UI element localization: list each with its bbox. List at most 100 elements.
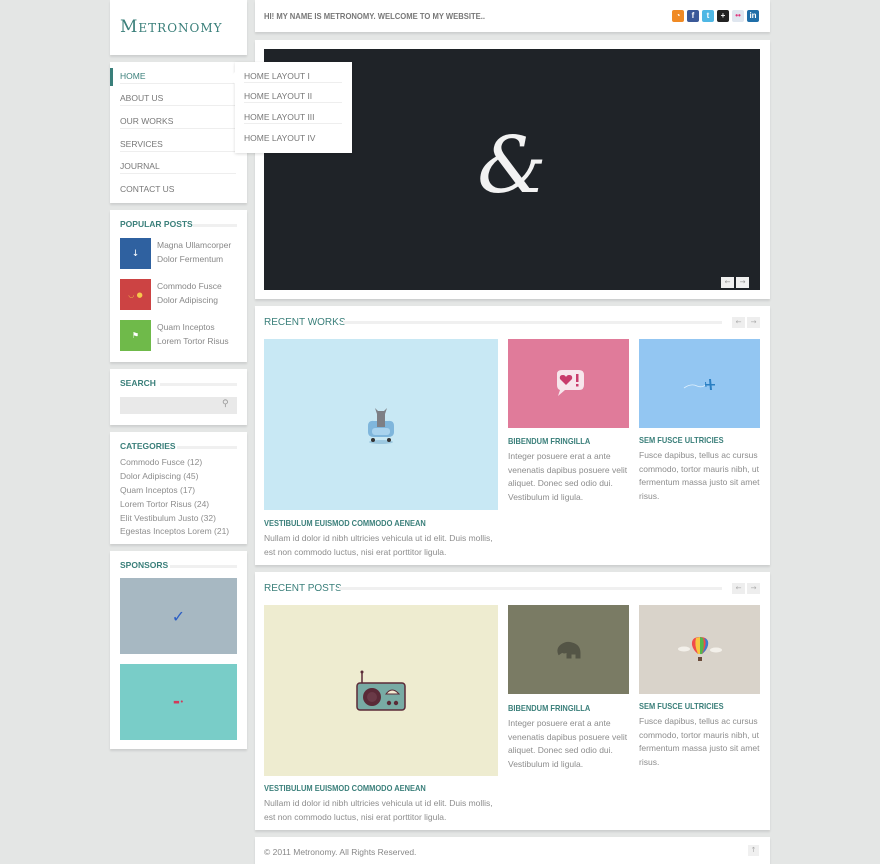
dropdown-item-home-layout-4[interactable]: Home Layout IV <box>244 125 342 145</box>
post-title-line1: Magna Ullamcorper <box>157 240 232 250</box>
category-link[interactable]: Commodo Fusce (12) <box>120 457 202 467</box>
divider <box>339 587 722 590</box>
search-input[interactable] <box>120 397 237 414</box>
post-title-line2: Dolor Fermentum <box>157 254 224 264</box>
nav-item-home[interactable]: Home <box>120 62 236 84</box>
nav-item-services[interactable]: Services <box>120 130 236 152</box>
work-thumbnail[interactable] <box>264 339 498 510</box>
works-next-button[interactable]: → <box>747 317 760 328</box>
dropdown-item-home-layout-3[interactable]: Home Layout III <box>244 104 342 124</box>
post-description: Nullam id dolor id nibh ultricies vehicu… <box>264 798 493 822</box>
main-nav: Home About Us Our Works Services Journal… <box>110 62 247 203</box>
hot-air-balloon-icon <box>677 636 722 661</box>
post-title: Commodo Fusce Dolor Adipiscing <box>157 279 242 307</box>
linkedin-icon[interactable]: in <box>747 10 759 22</box>
posts-next-button[interactable]: → <box>747 583 760 594</box>
post-thumbnail[interactable] <box>264 605 498 776</box>
post-title[interactable]: Bibendum Fringilla <box>508 703 590 713</box>
work-thumbnail[interactable] <box>639 339 760 428</box>
section-title: Recent Works <box>264 317 346 328</box>
cat-on-chair-icon <box>368 407 394 444</box>
top-bar: HI! MY NAME IS METRONOMY. WELCOME TO MY … <box>255 0 770 32</box>
widget-title: Sponsors <box>120 560 169 570</box>
sponsor-banner[interactable]: ▬• <box>120 664 237 740</box>
slider-next-button[interactable]: → <box>736 277 749 288</box>
pipe-icon: ✓ <box>171 606 186 626</box>
recent-posts-section: Recent Posts ← → Vestibulum Euismod Comm… <box>255 572 770 830</box>
nav-item-our-works[interactable]: Our Works <box>120 107 236 129</box>
post-title-line1: Quam Inceptos <box>157 322 215 332</box>
dropdown-item-home-layout-2[interactable]: Home Layout II <box>244 83 342 103</box>
post-thumbnail[interactable] <box>508 605 629 694</box>
heart-bubble-icon <box>556 369 584 396</box>
dropdown-item-home-layout-1[interactable]: Home Layout I <box>244 63 342 83</box>
google-plus-icon[interactable]: + <box>717 10 729 22</box>
logo-panel: Metronomy <box>110 0 247 55</box>
work-description: Integer posuere erat a ante venenatis da… <box>508 451 628 503</box>
elephant-icon <box>556 641 580 658</box>
nav-item-contact-us[interactable]: Contact Us <box>120 175 236 197</box>
categories-widget: Categories Commodo Fusce (12) Dolor Adip… <box>110 432 247 544</box>
rss-icon[interactable]: ◔ <box>672 10 684 22</box>
post-thumbnail: ↓ <box>120 238 151 269</box>
site-logo[interactable]: Metronomy <box>120 17 223 37</box>
post-title: Magna Ullamcorper Dolor Fermentum <box>157 238 242 266</box>
post-description: Fusce dapibus, tellus ac cursus commodo,… <box>639 716 760 768</box>
category-link[interactable]: Lorem Tortor Risus (24) <box>120 499 209 509</box>
popular-posts-widget: Popular Posts ↓ Magna Ullamcorper Dolor F… <box>110 210 247 362</box>
category-link[interactable]: Elit Vestibulum Justo (32) <box>120 513 216 523</box>
search-icon[interactable]: ⚲ <box>222 399 229 409</box>
home-dropdown-menu: Home Layout I Home Layout II Home Layout… <box>229 62 352 153</box>
widget-title: Categories <box>120 441 176 451</box>
nav-item-about-us[interactable]: About Us <box>120 84 236 106</box>
work-title[interactable]: Sem Fusce Ultricies <box>639 435 724 445</box>
flickr-icon[interactable]: •• <box>732 10 744 22</box>
divider <box>160 383 237 386</box>
category-link[interactable]: Egestas Inceptos Lorem (21) <box>120 526 229 536</box>
post-title[interactable]: Vestibulum Euismod Commodo Aenean <box>264 783 426 793</box>
post-description: Integer posuere erat a ante venenatis da… <box>508 718 628 770</box>
post-title[interactable]: Sem Fusce Ultricies <box>639 701 724 711</box>
footer: © 2011 Metronomy. All Rights Reserved. ↑ <box>255 837 770 864</box>
divider <box>177 446 237 449</box>
section-title: Recent Posts <box>264 583 342 594</box>
work-thumbnail[interactable] <box>508 339 629 428</box>
divider <box>343 321 722 324</box>
popular-post[interactable]: ↓ Magna Ullamcorper Dolor Fermentum <box>120 238 240 269</box>
popular-post[interactable]: ⚑ Quam Inceptos Lorem Tortor Risus <box>120 320 240 351</box>
bus-icon: ▬• <box>173 698 184 706</box>
work-title[interactable]: Bibendum Fringilla <box>508 436 590 446</box>
post-thumbnail[interactable] <box>639 605 760 694</box>
radio-icon <box>356 670 406 711</box>
recent-works-section: Recent Works ← → Vestibulum Euismod Comm… <box>255 306 770 565</box>
divider <box>193 224 237 227</box>
slider-prev-button[interactable]: ← <box>721 277 734 288</box>
divider <box>170 565 237 568</box>
widget-title: Search <box>120 378 156 388</box>
category-link[interactable]: Dolor Adipiscing (45) <box>120 471 198 481</box>
search-widget: Search ⚲ <box>110 369 247 425</box>
active-indicator <box>110 68 113 86</box>
twitter-icon[interactable]: t <box>702 10 714 22</box>
face-icon: ◡ ● <box>128 290 143 299</box>
ampersand-graphic: & <box>477 120 547 211</box>
back-to-top-button[interactable]: ↑ <box>748 845 759 856</box>
facebook-icon[interactable]: f <box>687 10 699 22</box>
sponsors-widget: Sponsors ✓ ▬• <box>110 551 247 749</box>
airplane-icon <box>683 378 715 390</box>
nav-item-journal[interactable]: Journal <box>120 152 236 174</box>
post-title: Quam Inceptos Lorem Tortor Risus <box>157 320 242 348</box>
sponsor-banner[interactable]: ✓ <box>120 578 237 654</box>
works-prev-button[interactable]: ← <box>732 317 745 328</box>
arrow-down-icon: ↓ <box>131 248 140 259</box>
work-title[interactable]: Vestibulum Euismod Commodo Aenean <box>264 518 426 528</box>
post-title-line2: Lorem Tortor Risus <box>157 336 229 346</box>
posts-prev-button[interactable]: ← <box>732 583 745 594</box>
social-links: ◔ f t + •• in <box>672 10 759 22</box>
category-link[interactable]: Quam Inceptos (17) <box>120 485 195 495</box>
work-description: Nullam id dolor id nibh ultricies vehicu… <box>264 533 493 557</box>
popular-post[interactable]: ◡ ● Commodo Fusce Dolor Adipiscing <box>120 279 240 310</box>
golf-flag-icon: ⚑ <box>131 331 140 340</box>
welcome-text: HI! MY NAME IS METRONOMY. WELCOME TO MY … <box>264 11 486 21</box>
post-title-line2: Dolor Adipiscing <box>157 295 218 305</box>
